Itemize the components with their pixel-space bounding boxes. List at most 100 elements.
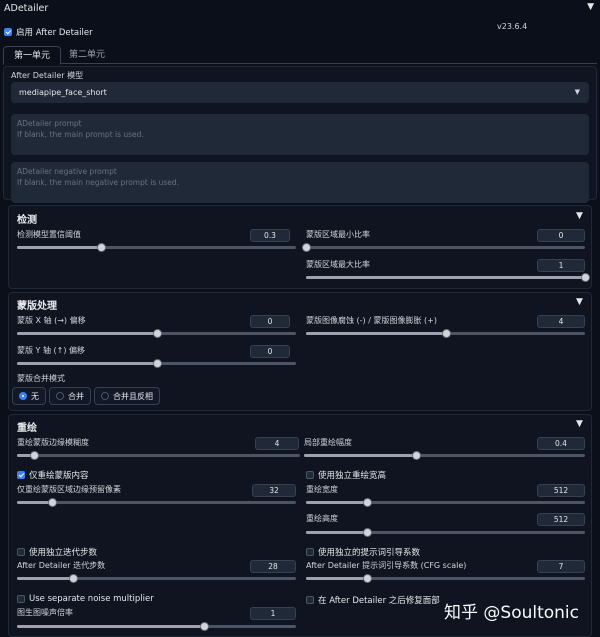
inpaint-height-number[interactable]: 512 bbox=[537, 513, 585, 526]
adetailer-prompt-input[interactable]: ADetailer prompt If blank, the main prom… bbox=[11, 114, 589, 155]
inpaint-height-slider[interactable] bbox=[306, 528, 585, 537]
slider-thumb[interactable] bbox=[152, 329, 162, 338]
slider-fill bbox=[17, 625, 204, 628]
model-dropdown-value: mediapipe_face_short bbox=[19, 88, 107, 97]
erode-dilate-label: 蒙版图像腐蚀 (-) / 蒙版图像膨胀 (+) bbox=[306, 316, 437, 325]
inpaint-width-number[interactable]: 512 bbox=[537, 484, 585, 497]
steps-slider[interactable] bbox=[17, 574, 296, 583]
mask-processing-title[interactable]: 蒙版处理 bbox=[17, 297, 57, 312]
mask-max-label: 蒙版区域最大比率 bbox=[306, 260, 370, 269]
erode-dilate-slider[interactable] bbox=[306, 329, 585, 338]
slider-track[interactable] bbox=[306, 246, 585, 249]
merge-mode-option-label: 合并且反相 bbox=[113, 391, 153, 401]
separate-size-label: 使用独立重绘宽高 bbox=[318, 471, 387, 481]
padding-number[interactable]: 32 bbox=[252, 484, 296, 497]
radio-unselected-icon bbox=[56, 392, 64, 400]
slider-thumb[interactable] bbox=[68, 574, 78, 583]
noise-multiplier-number[interactable]: 1 bbox=[250, 607, 296, 620]
slider-thumb[interactable] bbox=[441, 329, 451, 338]
restore-faces-checkbox[interactable] bbox=[306, 596, 314, 604]
detection-collapse-icon[interactable]: ▼ bbox=[576, 211, 583, 221]
slider-fill bbox=[306, 276, 585, 279]
x-offset-slider[interactable] bbox=[17, 329, 296, 338]
merge-mode-option-none[interactable]: 无 bbox=[12, 387, 46, 405]
only-masked-label: 仅重绘蒙版内容 bbox=[29, 471, 89, 481]
y-offset-slider[interactable] bbox=[17, 359, 296, 368]
slider-thumb[interactable] bbox=[96, 243, 106, 252]
separate-cfg-checkbox[interactable] bbox=[306, 548, 314, 556]
slider-fill bbox=[306, 531, 368, 534]
separate-cfg-row[interactable]: 使用独立的提示词引导系数 bbox=[306, 546, 420, 558]
model-label: After Detailer 模型 bbox=[11, 71, 84, 80]
denoise-number[interactable]: 0.4 bbox=[537, 437, 585, 450]
slider-thumb[interactable] bbox=[412, 451, 422, 460]
slider-thumb[interactable] bbox=[363, 574, 373, 583]
model-dropdown[interactable]: mediapipe_face_short ▼ bbox=[11, 82, 589, 103]
merge-mode-option-label: 合并 bbox=[68, 391, 84, 401]
steps-number[interactable]: 28 bbox=[250, 560, 296, 573]
confidence-label: 检测模型置信阈值 bbox=[17, 230, 81, 239]
separate-cfg-label: 使用独立的提示词引导系数 bbox=[318, 548, 421, 558]
inpaint-collapse-icon[interactable]: ▼ bbox=[576, 419, 583, 429]
enable-adetailer-row[interactable]: 启用 After Detailer bbox=[4, 26, 93, 38]
enable-adetailer-checkbox[interactable] bbox=[4, 28, 12, 36]
confidence-slider[interactable] bbox=[17, 243, 296, 252]
separate-size-checkbox[interactable] bbox=[306, 471, 314, 479]
negative-prompt-hint: If blank, the main negative prompt is us… bbox=[17, 178, 179, 187]
slider-thumb[interactable] bbox=[363, 498, 373, 507]
mask-min-number[interactable]: 0 bbox=[537, 229, 585, 242]
noise-multiplier-toggle-row[interactable]: Use separate noise multiplier bbox=[17, 594, 154, 604]
separate-steps-label: 使用独立迭代步数 bbox=[29, 548, 98, 558]
noise-multiplier-checkbox[interactable] bbox=[17, 595, 25, 603]
slider-thumb[interactable] bbox=[363, 528, 373, 537]
mask-processing-collapse-icon[interactable]: ▼ bbox=[576, 297, 583, 307]
x-offset-number[interactable]: 0 bbox=[250, 315, 290, 328]
adetailer-negative-prompt-input[interactable]: ADetailer negative prompt If blank, the … bbox=[11, 162, 589, 203]
collapse-triangle-icon[interactable]: ▼ bbox=[587, 2, 594, 12]
slider-thumb[interactable] bbox=[152, 359, 162, 368]
mask-blur-label: 重绘蒙版边缘模糊度 bbox=[17, 438, 89, 447]
adetailer-title[interactable]: ADetailer bbox=[4, 3, 48, 14]
inpaint-width-slider[interactable] bbox=[306, 498, 585, 507]
separate-size-row[interactable]: 使用独立重绘宽高 bbox=[306, 469, 386, 481]
inpaint-title[interactable]: 重绘 bbox=[17, 419, 37, 434]
x-offset-label: 蒙版 X 轴 (→) 偏移 bbox=[17, 316, 86, 325]
cfg-label: After Detailer 提示词引导系数 (CFG scale) bbox=[306, 561, 467, 570]
tab-unit-1[interactable]: 第一单元 bbox=[3, 46, 62, 65]
only-masked-checkbox[interactable] bbox=[17, 471, 25, 479]
slider-fill bbox=[306, 577, 368, 580]
zhihu-watermark: 知乎 @Soultonic bbox=[444, 603, 580, 623]
erode-dilate-number[interactable]: 4 bbox=[537, 315, 585, 328]
mask-blur-number[interactable]: 4 bbox=[255, 437, 299, 450]
detection-title[interactable]: 检测 bbox=[17, 211, 37, 226]
negative-prompt-placeholder: ADetailer negative prompt bbox=[17, 167, 117, 176]
separate-steps-row[interactable]: 使用独立迭代步数 bbox=[17, 546, 97, 558]
slider-thumb[interactable] bbox=[199, 622, 209, 631]
slider-fill bbox=[17, 577, 73, 580]
mask-max-number[interactable]: 1 bbox=[537, 259, 585, 272]
slider-thumb[interactable] bbox=[302, 243, 311, 252]
prompt-placeholder: ADetailer prompt bbox=[17, 119, 82, 128]
mask-max-slider[interactable] bbox=[306, 273, 590, 282]
slider-thumb[interactable] bbox=[47, 498, 57, 507]
noise-multiplier-slider[interactable] bbox=[17, 622, 296, 631]
mask-min-slider[interactable] bbox=[302, 243, 585, 252]
padding-slider[interactable] bbox=[17, 498, 296, 507]
separate-steps-checkbox[interactable] bbox=[17, 548, 25, 556]
slider-thumb[interactable] bbox=[29, 451, 39, 460]
cfg-slider[interactable] bbox=[306, 574, 585, 583]
slider-track[interactable] bbox=[17, 501, 296, 504]
restore-faces-row[interactable]: 在 After Detailer 之后修复面部 bbox=[306, 594, 440, 606]
merge-mode-option-merge-invert[interactable]: 合并且反相 bbox=[94, 387, 160, 405]
denoise-slider[interactable] bbox=[304, 451, 585, 460]
slider-thumb[interactable] bbox=[581, 273, 590, 282]
y-offset-number[interactable]: 0 bbox=[250, 345, 290, 358]
merge-mode-option-merge[interactable]: 合并 bbox=[49, 387, 91, 405]
slider-track[interactable] bbox=[17, 454, 300, 457]
merge-mode-radio-group: 无 合并 合并且反相 bbox=[12, 387, 168, 405]
tab-unit-2[interactable]: 第二单元 bbox=[59, 46, 115, 64]
confidence-number[interactable]: 0.3 bbox=[250, 229, 290, 242]
only-masked-row[interactable]: 仅重绘蒙版内容 bbox=[17, 469, 89, 481]
mask-blur-slider[interactable] bbox=[17, 451, 300, 460]
cfg-number[interactable]: 7 bbox=[537, 560, 585, 573]
